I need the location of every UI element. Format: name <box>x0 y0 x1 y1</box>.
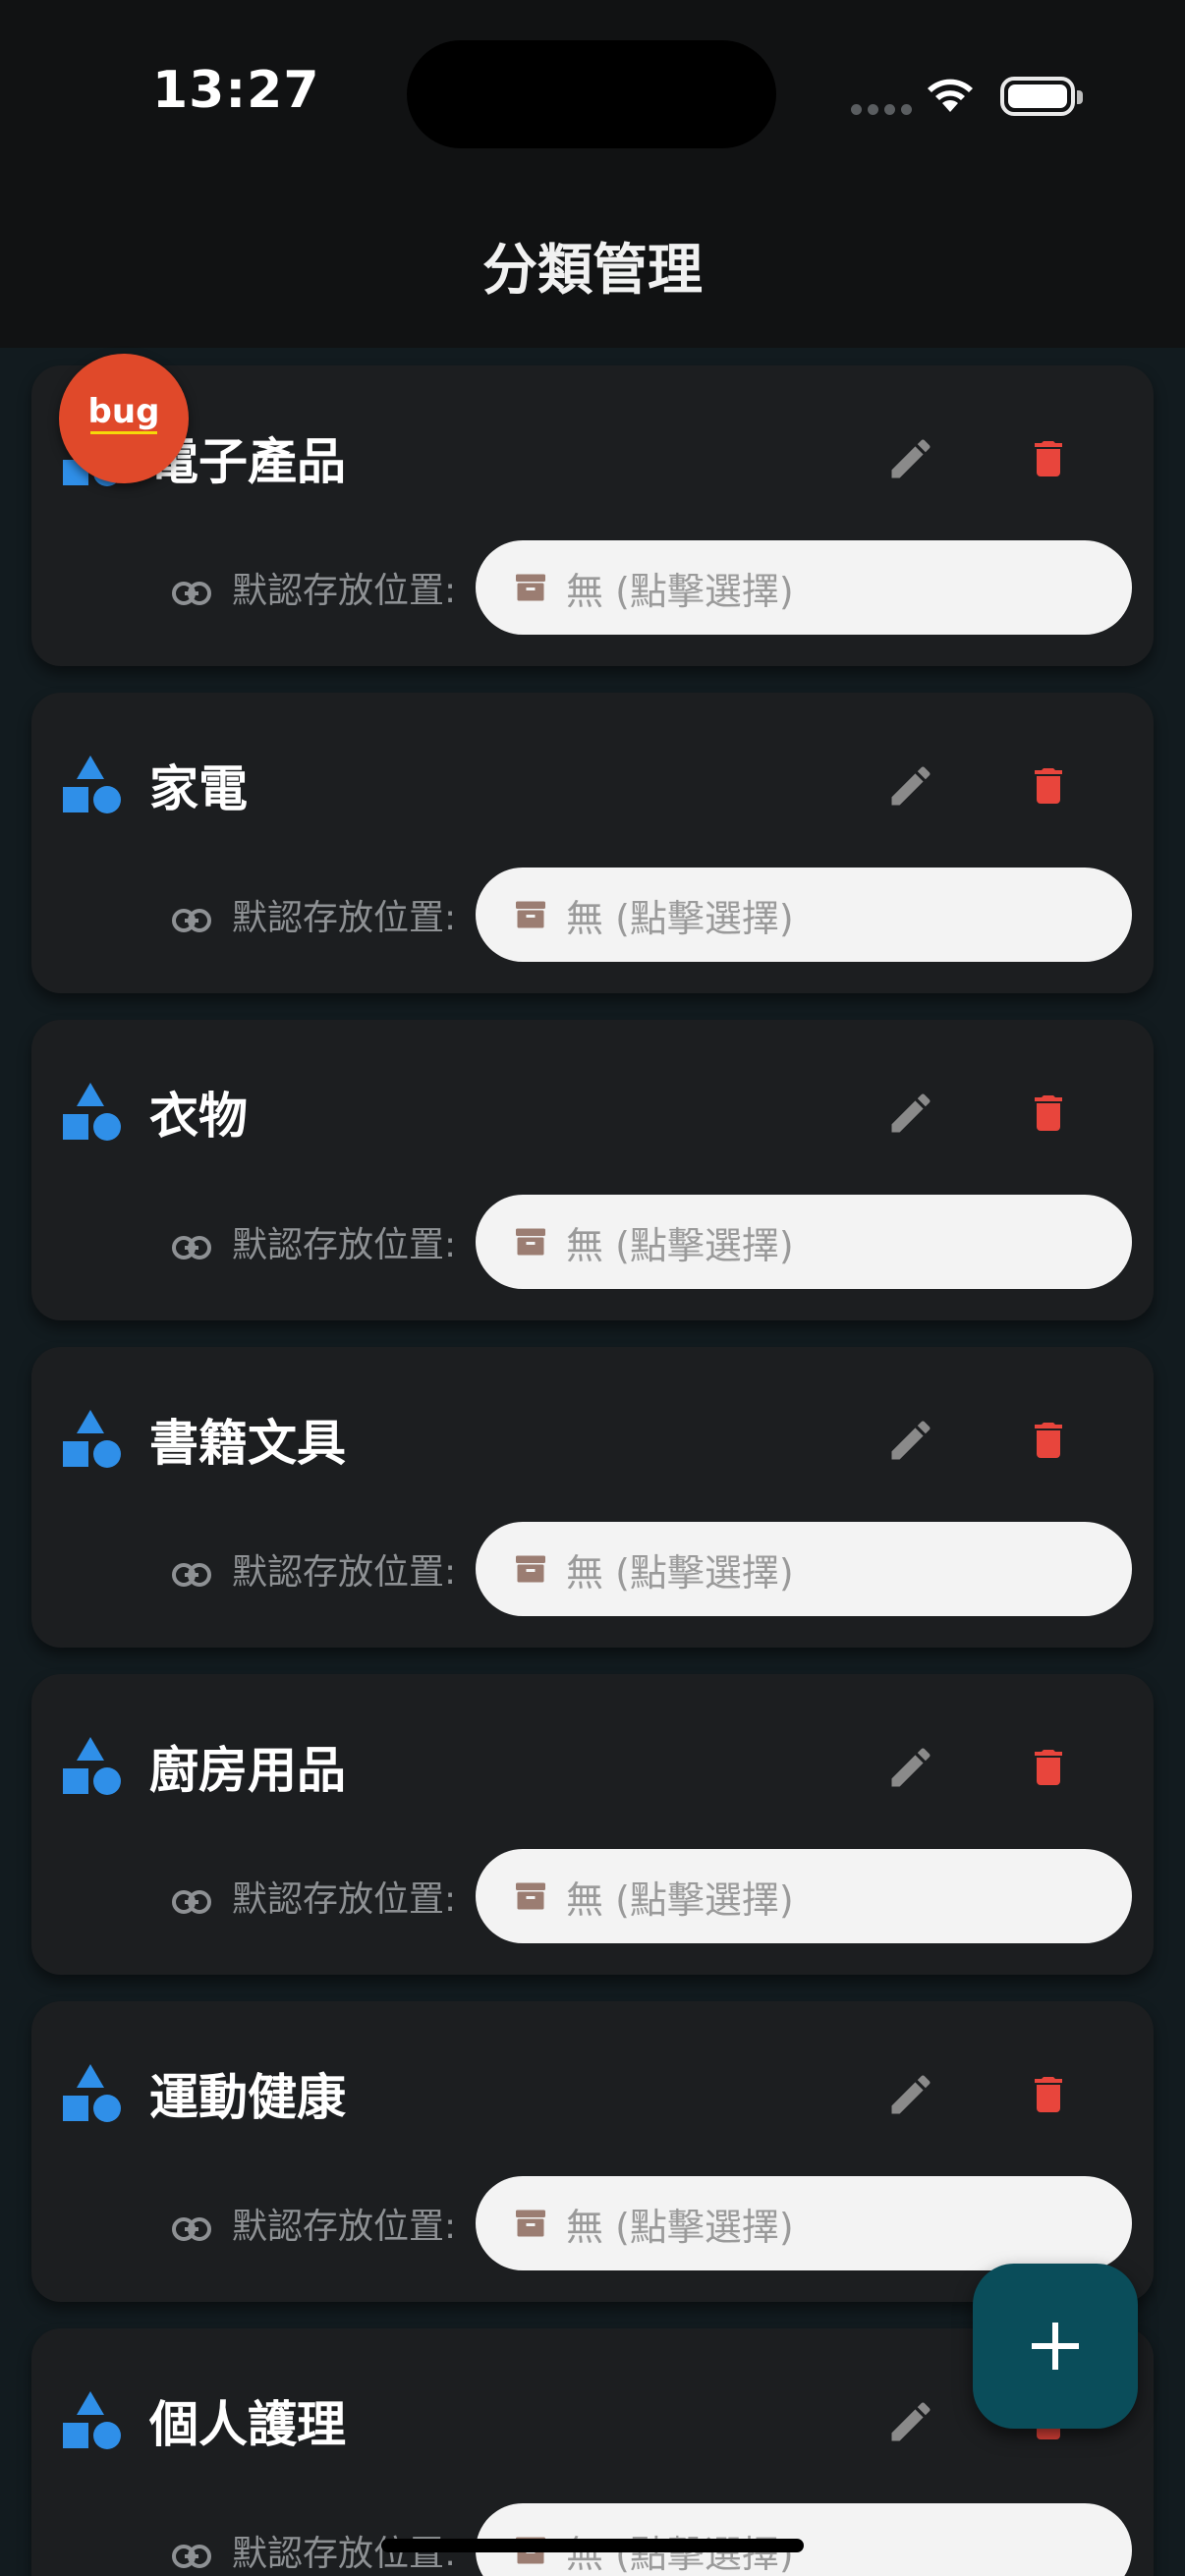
pencil-icon <box>891 2075 931 2114</box>
edit-button[interactable] <box>876 2060 945 2129</box>
trash-icon <box>1035 1095 1062 1131</box>
category-name: 家電 <box>149 760 248 817</box>
category-shapes-icon <box>63 756 121 813</box>
delete-button[interactable] <box>1014 1406 1083 1475</box>
pencil-icon <box>891 766 931 806</box>
category-name: 衣物 <box>149 1088 248 1145</box>
link-icon <box>172 2545 211 2568</box>
edit-button[interactable] <box>876 1079 945 1148</box>
link-icon <box>172 582 211 605</box>
archive-box-icon <box>516 901 545 928</box>
category-card: 運動健康 默認存放位置: 無 (點擊選擇) <box>31 2001 1154 2302</box>
location-value: 無 (點擊選擇) <box>566 2205 794 2249</box>
category-shapes-icon <box>63 1410 121 1468</box>
archive-box-icon <box>516 574 545 601</box>
wifi-icon <box>928 79 973 112</box>
debug-badge[interactable]: bug <box>59 354 189 483</box>
link-icon <box>172 1890 211 1914</box>
delete-button[interactable] <box>1014 424 1083 493</box>
delete-button[interactable] <box>1014 752 1083 820</box>
category-name: 個人護理 <box>149 2396 346 2453</box>
category-shapes-icon <box>63 2064 121 2122</box>
category-shapes-icon <box>63 1083 121 1141</box>
archive-box-icon <box>516 1228 545 1256</box>
add-category-button[interactable] <box>973 2264 1138 2429</box>
location-label: 默認存放位置: <box>232 2207 457 2247</box>
trash-icon <box>1035 2077 1062 2112</box>
status-time: 13:27 <box>152 61 320 120</box>
category-card: 電子產品 默認存放位置: 無 (點擊選擇) <box>31 365 1154 666</box>
edit-button[interactable] <box>876 1733 945 1802</box>
location-selector[interactable]: 無 (點擊選擇) <box>476 1195 1132 1289</box>
pencil-icon <box>891 1093 931 1133</box>
location-label: 默認存放位置: <box>232 571 457 611</box>
pencil-icon <box>891 1421 931 1460</box>
category-name: 廚房用品 <box>149 1742 346 1799</box>
pencil-icon <box>891 2402 931 2441</box>
location-selector[interactable]: 無 (點擊選擇) <box>476 540 1132 635</box>
app-header: 分類管理 <box>0 196 1185 348</box>
pencil-icon <box>891 439 931 478</box>
edit-button[interactable] <box>876 424 945 493</box>
location-selector[interactable]: 無 (點擊選擇) <box>476 2176 1132 2270</box>
archive-box-icon <box>516 1882 545 1910</box>
category-shapes-icon <box>63 1737 121 1795</box>
category-card: 衣物 默認存放位置: 無 (點擊選擇) <box>31 1020 1154 1320</box>
category-shapes-icon <box>63 2391 121 2449</box>
location-value: 無 (點擊選擇) <box>566 569 794 613</box>
status-bar: 13:27 <box>0 0 1185 196</box>
trash-icon <box>1035 1423 1062 1458</box>
category-name: 書籍文具 <box>149 1415 346 1472</box>
category-card: 家電 默認存放位置: 無 (點擊選擇) <box>31 693 1154 993</box>
edit-button[interactable] <box>876 1406 945 1475</box>
delete-button[interactable] <box>1014 2060 1083 2129</box>
delete-button[interactable] <box>1014 1733 1083 1802</box>
edit-button[interactable] <box>876 752 945 820</box>
location-label: 默認存放位置: <box>232 1225 457 1265</box>
location-label: 默認存放位置: <box>232 1552 457 1593</box>
home-indicator[interactable] <box>381 2539 804 2552</box>
location-value: 無 (點擊選擇) <box>566 1550 794 1595</box>
link-icon <box>172 1236 211 1260</box>
archive-box-icon <box>516 1555 545 1583</box>
location-value: 無 (點擊選擇) <box>566 896 794 940</box>
trash-icon <box>1035 441 1062 476</box>
trash-icon <box>1035 1750 1062 1785</box>
category-name: 運動健康 <box>149 2069 346 2126</box>
pencil-icon <box>891 1748 931 1787</box>
location-label: 默認存放位置: <box>232 898 457 938</box>
archive-box-icon <box>516 2210 545 2237</box>
trash-icon <box>1035 768 1062 804</box>
cellular-signal-icon <box>851 104 912 115</box>
edit-button[interactable] <box>876 2387 945 2456</box>
plus-icon <box>1032 2323 1079 2370</box>
link-icon <box>172 2217 211 2241</box>
debug-badge-label: bug <box>87 392 160 431</box>
location-value: 無 (點擊選擇) <box>566 1223 794 1267</box>
battery-icon <box>1000 77 1083 116</box>
location-label: 默認存放位置: <box>232 1879 457 1920</box>
dynamic-island <box>407 40 776 148</box>
location-selector[interactable]: 無 (點擊選擇) <box>476 1522 1132 1616</box>
link-icon <box>172 1563 211 1587</box>
category-card: 書籍文具 默認存放位置: 無 (點擊選擇) <box>31 1347 1154 1648</box>
category-list[interactable]: 電子產品 默認存放位置: 無 (點擊選擇) 家電 默認存放位置: 無 (點擊選擇… <box>0 348 1185 2576</box>
page-title: 分類管理 <box>482 239 703 303</box>
delete-button[interactable] <box>1014 1079 1083 1148</box>
debug-badge-underline <box>90 431 157 434</box>
location-value: 無 (點擊選擇) <box>566 1877 794 1922</box>
category-card: 廚房用品 默認存放位置: 無 (點擊選擇) <box>31 1674 1154 1975</box>
link-icon <box>172 909 211 932</box>
location-selector[interactable]: 無 (點擊選擇) <box>476 1849 1132 1943</box>
location-selector[interactable]: 無 (點擊選擇) <box>476 868 1132 962</box>
